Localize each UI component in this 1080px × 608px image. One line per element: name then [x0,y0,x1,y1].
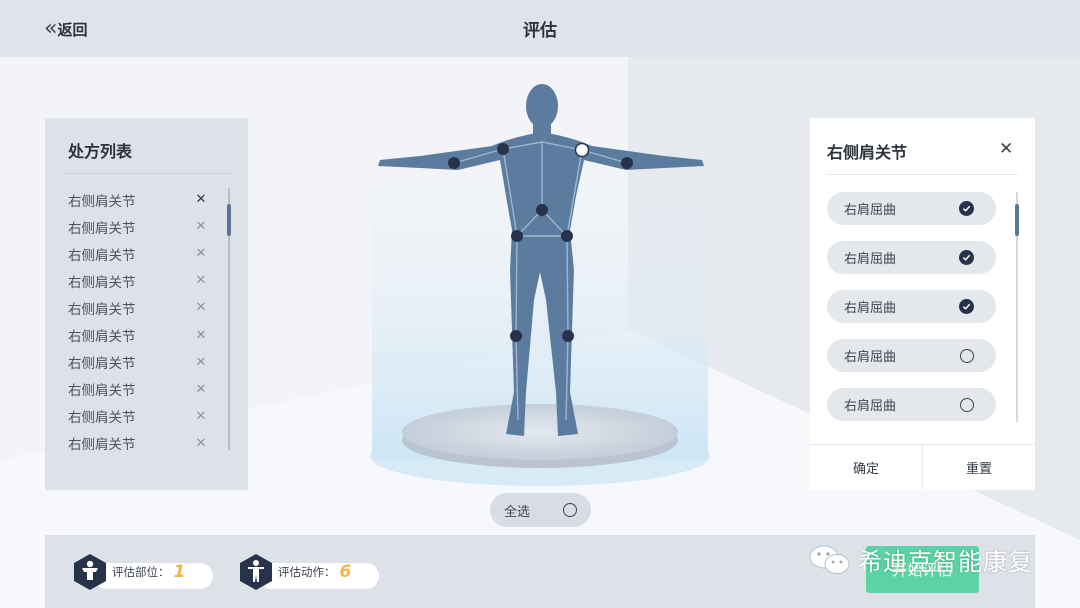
list-item-label: 右侧肩关节 [68,437,136,454]
remove-icon[interactable]: ✕ [194,300,208,315]
list-item-label: 右侧肩关节 [68,193,136,210]
page-title: 评估 [523,21,557,41]
motion-option[interactable]: 右肩屈曲 [827,192,996,225]
remove-icon[interactable]: ✕ [194,219,208,234]
motion-option-label: 右肩屈曲 [844,350,897,365]
detail-panel-footer: 确定 重置 [810,444,1035,490]
list-item[interactable]: 右侧肩关节 ✕ [68,294,208,321]
parts-count: 1 [173,562,186,582]
motion-option-label: 右肩屈曲 [844,301,897,316]
list-item[interactable]: 右侧肩关节 ✕ [68,430,208,457]
remove-icon[interactable]: ✕ [194,382,208,397]
remove-icon[interactable]: ✕ [194,436,208,451]
divider [65,173,232,174]
list-item[interactable]: 右侧肩关节 ✕ [68,403,208,430]
remove-icon[interactable]: ✕ [194,355,208,370]
radio-unchecked-icon [960,348,974,363]
close-icon[interactable]: ✕ [999,139,1013,159]
motion-option[interactable]: 右肩屈曲 [827,241,996,274]
list-item[interactable]: 右侧肩关节 ✕ [68,349,208,376]
list-item-label: 右侧肩关节 [68,220,136,237]
joint-detail-panel: 右侧肩关节 ✕ 右肩屈曲 右肩屈曲 右肩屈曲 右肩屈曲 右肩屈曲 确定 重置 [810,118,1035,490]
reset-button[interactable]: 重置 [923,445,1035,490]
assessed-parts-stat: 评估部位： 1 [73,553,213,591]
list-item-label: 右侧肩关节 [68,274,136,291]
watermark-text: 希迪克智能康复 [858,548,1033,576]
list-item[interactable]: 右侧肩关节 ✕ [68,240,208,267]
list-item-label: 右侧肩关节 [68,301,136,318]
motion-option-label: 右肩屈曲 [844,399,897,414]
list-item[interactable]: 右侧肩关节 ✕ [68,376,208,403]
motion-option[interactable]: 右肩屈曲 [827,339,996,372]
watermark: 希迪克智能康复 [808,542,1033,577]
radio-unchecked-icon [563,503,577,517]
list-item-label: 右侧肩关节 [68,247,136,264]
wechat-logo-icon [809,545,850,574]
joint-detail-title: 右侧肩关节 [827,143,908,162]
motion-option-label: 右肩屈曲 [844,252,897,267]
prescription-list: 右侧肩关节 ✕ 右侧肩关节 ✕ 右侧肩关节 ✕ 右侧肩关节 ✕ 右侧肩关节 ✕ 右侧肩关节… [68,186,208,457]
remove-icon[interactable]: ✕ [194,246,208,261]
top-bar: « 返回 评估 [0,0,1080,57]
remove-icon[interactable]: ✕ [194,328,208,343]
list-item-label: 右侧肩关节 [68,356,136,373]
parts-label: 评估部位： [112,565,170,579]
scrollbar-thumb[interactable] [1015,204,1019,236]
confirm-button[interactable]: 确定 [810,445,923,490]
assessed-actions-stat: 评估动作： 6 [239,553,379,591]
list-item-label: 右侧肩关节 [68,329,136,346]
list-item[interactable]: 右侧肩关节 ✕ [68,186,208,213]
select-all-label: 全选 [504,504,531,520]
body-part-hexagon-icon [74,554,106,590]
checkmark-circle-icon [959,299,974,314]
select-all-toggle[interactable]: 全选 [490,493,591,527]
radio-unchecked-icon [960,397,974,412]
motion-option[interactable]: 右肩屈曲 [827,290,996,323]
checkmark-circle-icon [959,250,974,265]
prescription-list-panel: 处方列表 右侧肩关节 ✕ 右侧肩关节 ✕ 右侧肩关节 ✕ 右侧肩关节 ✕ 右侧肩关节 ✕ … [45,118,248,490]
remove-icon[interactable]: ✕ [194,409,208,424]
prescription-list-title: 处方列表 [68,142,133,161]
divider [827,174,1018,175]
remove-icon[interactable]: ✕ [194,192,208,207]
actions-count: 6 [339,562,352,582]
person-hexagon-icon [240,554,272,590]
list-item[interactable]: 右侧肩关节 ✕ [68,267,208,294]
motion-option[interactable]: 右肩屈曲 [827,388,996,421]
actions-label: 评估动作： [278,565,336,579]
checkmark-circle-icon [959,201,974,216]
list-item-label: 右侧肩关节 [68,383,136,400]
list-item-label: 右侧肩关节 [68,410,136,427]
list-item[interactable]: 右侧肩关节 ✕ [68,213,208,240]
list-item[interactable]: 右侧肩关节 ✕ [68,321,208,348]
remove-icon[interactable]: ✕ [194,273,208,288]
scrollbar-thumb[interactable] [227,204,231,236]
motion-option-label: 右肩屈曲 [844,203,897,218]
